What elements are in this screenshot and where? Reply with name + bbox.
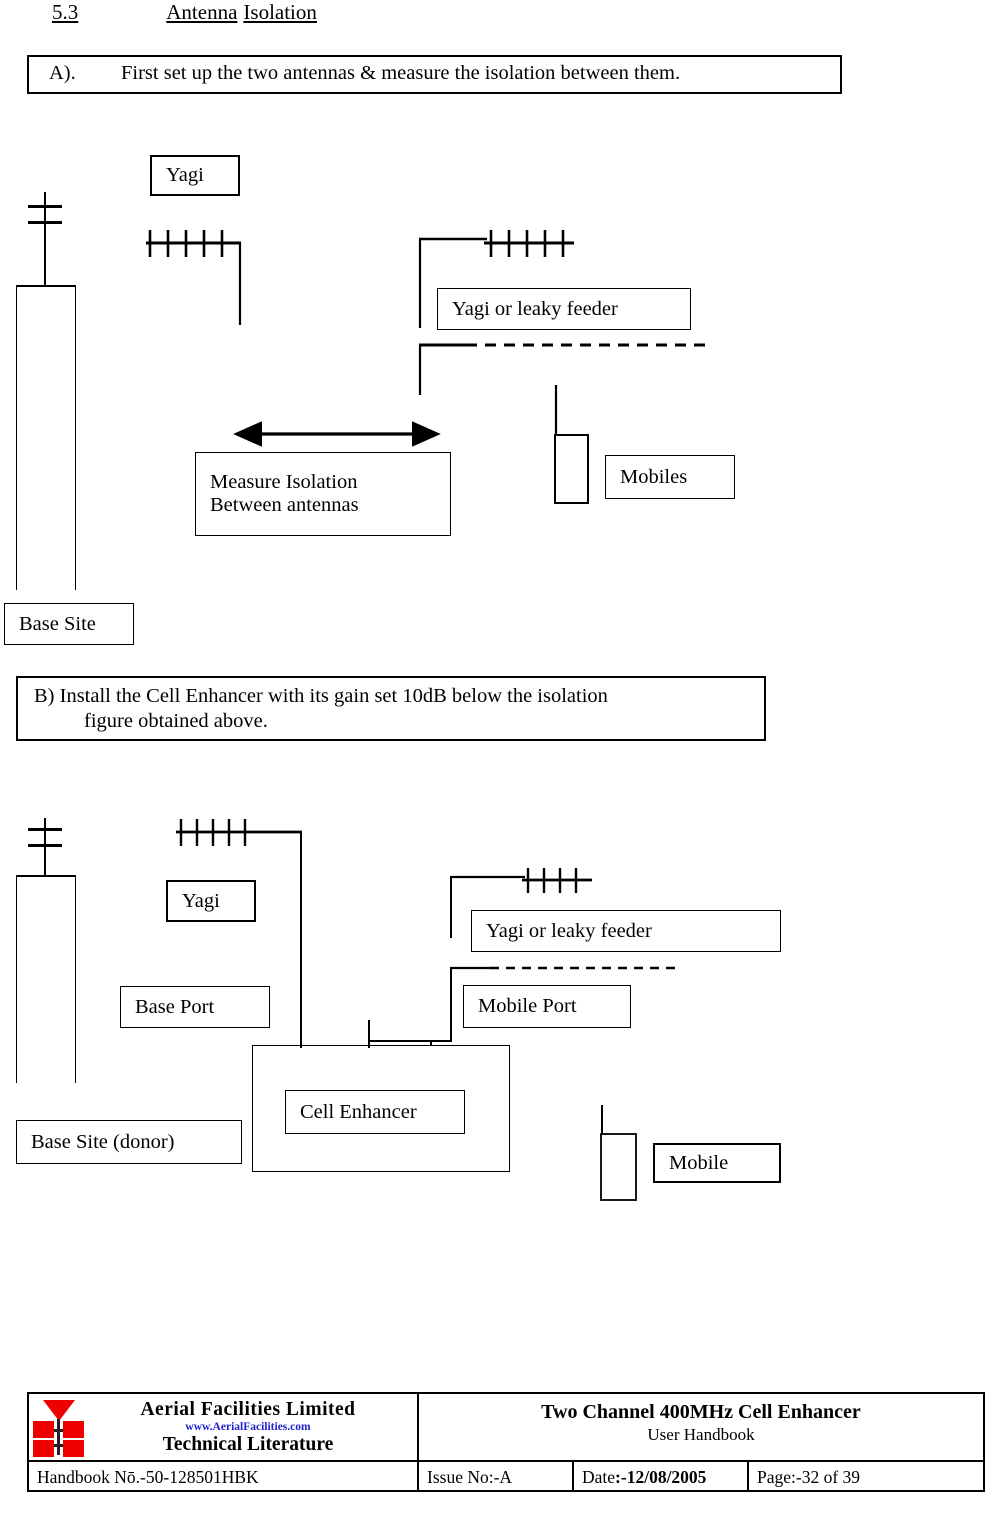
company-website[interactable]: www.AerialFacilities.com [85, 1420, 411, 1434]
measure-isolation-line-1: Measure Isolation [210, 471, 358, 493]
document-page: 5.3 Antenna Isolation A). First set up the … [0, 0, 993, 1521]
product-subtitle: User Handbook [647, 1425, 755, 1444]
issue-number-cell: Issue No:-A [419, 1462, 574, 1492]
measure-isolation-line-2: Between antennas [210, 494, 359, 516]
instruction-b-line-1: B) Install the Cell Enhancer with its ga… [34, 685, 608, 707]
page-footer: Aerial Facilities Limited www.AerialFaci… [27, 1392, 985, 1492]
handbook-number: Handbook Nō.-50-128501HBK [37, 1466, 259, 1487]
date-value: :-12/08/2005 [615, 1466, 707, 1487]
footer-logo-text: Aerial Facilities Limited www.AerialFaci… [85, 1399, 417, 1455]
page-number-cell: Page:-32 of 39 [749, 1462, 983, 1492]
company-name: Aerial Facilities Limited [140, 1399, 356, 1420]
mobile-label: Mobile [669, 1151, 729, 1174]
page-value: :-32 of 39 [791, 1466, 861, 1487]
date-label: Date [582, 1466, 616, 1487]
aerial-facilities-logo-icon [33, 1400, 84, 1457]
diagram-a: Base Site Yagi Yagi or leaky feeder Mobi… [0, 0, 993, 660]
diagram-b: Base Site (donor) Yagi Base Port Cell En… [0, 780, 993, 1220]
logo-tagline: Technical Literature [162, 1434, 334, 1455]
handbook-number-cell: Handbook Nō.-50-128501HBK [29, 1462, 419, 1492]
mobile-label-box: Mobile [653, 1143, 781, 1183]
footer-top-row: Aerial Facilities Limited www.AerialFaci… [29, 1394, 983, 1460]
footer-bottom-row: Handbook Nō.-50-128501HBK Issue No:-A Da… [29, 1460, 983, 1492]
issue-number: Issue No:-A [427, 1466, 513, 1487]
page-label: Page [757, 1466, 792, 1487]
measure-isolation-label-box: Measure Isolation Between antennas [195, 452, 451, 536]
date-cell: Date:-12/08/2005 [574, 1462, 749, 1492]
footer-title-cell: Two Channel 400MHz Cell Enhancer User Ha… [419, 1394, 983, 1460]
instruction-box-b: B) Install the Cell Enhancer with its ga… [16, 676, 766, 741]
mobile-handset-b-drawing [600, 1105, 637, 1201]
instruction-b-line-2: figure obtained above. [84, 710, 268, 732]
product-title: Two Channel 400MHz Cell Enhancer [541, 1401, 861, 1423]
isolation-arrow-a [233, 421, 441, 447]
footer-logo-cell: Aerial Facilities Limited www.AerialFaci… [29, 1394, 419, 1460]
